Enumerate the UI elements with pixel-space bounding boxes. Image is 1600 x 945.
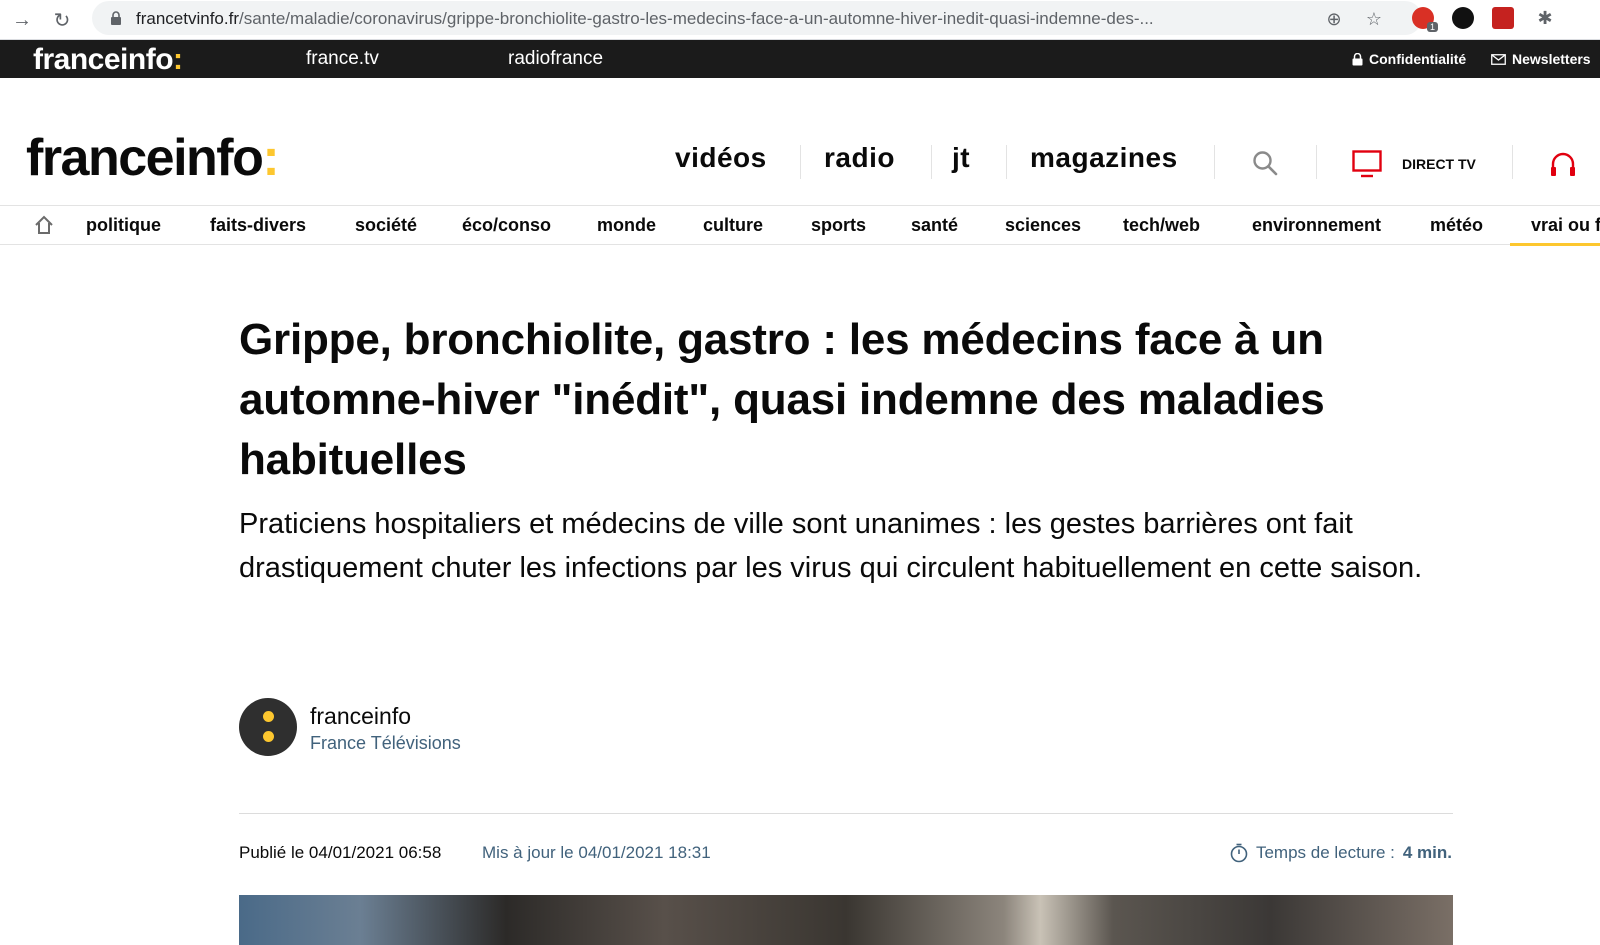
privacy-label: Confidentialité [1369,51,1467,67]
nav-divider [1214,145,1215,179]
address-bar[interactable]: francetvinfo.fr/sante/maladie/coronaviru… [92,1,1422,35]
password-manager-icon[interactable] [1452,7,1474,29]
published-date: Publié le 04/01/2021 06:58 [239,843,442,862]
active-category-indicator [1510,243,1600,246]
article-summary: Praticiens hospitaliers et médecins de v… [239,508,1423,584]
nav-divider [1316,145,1317,179]
nav-jt[interactable]: jt [952,142,970,174]
category-sciences[interactable]: sciences [1005,215,1081,236]
home-icon[interactable] [34,215,54,235]
author-avatar[interactable] [239,698,297,756]
category-vrai-ou-fake[interactable]: vrai ou f [1531,215,1600,236]
author-organization: France Télévisions [310,733,461,753]
nav-divider [1512,145,1513,179]
add-tab-circle-icon[interactable]: ⊕ [1324,9,1344,29]
category-sports[interactable]: sports [811,215,866,236]
category-environnement[interactable]: environnement [1252,215,1381,236]
direct-tv-link[interactable]: DIRECT TV [1402,156,1476,172]
nav-radio[interactable]: radio [824,142,895,174]
category-societe[interactable]: société [355,215,417,236]
avatar-dot [263,711,274,722]
nav-divider [1006,145,1007,179]
category-politique[interactable]: politique [86,215,161,236]
category-sante[interactable]: santé [911,215,958,236]
nav-videos[interactable]: vidéos [675,142,767,174]
puzzle-extensions-icon[interactable]: ✱ [1534,7,1556,29]
nav-divider [931,145,932,179]
lock-icon [111,11,121,25]
newsletters-link[interactable]: Newsletters [1491,51,1591,67]
url-path: /sante/maladie/coronavirus/grippe-bronch… [239,9,1154,28]
reading-time-label: Temps de lecture : [1255,843,1395,862]
category-eco-conso[interactable]: éco/conso [462,215,551,236]
category-nav: politique faits-divers société éco/conso… [0,205,1600,246]
privacy-link[interactable]: Confidentialité [1352,51,1466,67]
radiofrance-link[interactable]: radiofrance [508,48,603,70]
francetv-link[interactable]: france.tv [306,48,379,70]
article-headline: Grippe, bronchiolite, gastro : les médec… [239,315,1325,484]
author-name[interactable]: franceinfo [310,703,411,730]
franceinfo-small-logo[interactable]: franceinfo: [33,43,183,77]
updated-date: Mis à jour le 04/01/2021 18:31 [482,843,711,862]
headphones-icon[interactable] [1549,150,1577,178]
avatar-dot [263,731,274,742]
category-monde[interactable]: monde [597,215,656,236]
nav-divider [800,145,801,179]
forward-icon[interactable]: → [8,6,36,34]
search-icon[interactable] [1252,150,1278,176]
browser-toolbar: → ↻ francetvinfo.fr/sante/maladie/corona… [0,0,1600,40]
bookmark-star-icon[interactable]: ☆ [1364,9,1384,29]
extension-icon[interactable]: 1 [1412,7,1438,32]
url-domain: francetvinfo.fr [136,9,239,28]
url-text: francetvinfo.fr/sante/maladie/coronaviru… [136,9,1376,29]
mail-icon [1491,53,1506,65]
network-bar: franceinfo: france.tv radiofrance Confid… [0,40,1600,78]
nav-magazines[interactable]: magazines [1030,142,1178,174]
category-faits-divers[interactable]: faits-divers [210,215,306,236]
reading-time: Temps de lecture : 4 min. [1230,843,1452,863]
tv-screen-icon[interactable] [1352,150,1382,178]
reading-time-value: 4 min. [1402,843,1452,862]
padlock-icon [1352,52,1363,65]
extension-red-icon[interactable] [1492,7,1514,29]
category-meteo[interactable]: météo [1430,215,1483,236]
newsletters-label: Newsletters [1512,51,1591,67]
category-tech-web[interactable]: tech/web [1123,215,1200,236]
franceinfo-logo[interactable]: franceinfo: [26,128,280,188]
stopwatch-icon [1230,843,1248,863]
extension-badge: 1 [1426,22,1438,32]
meta-divider [239,813,1453,814]
reload-icon[interactable]: ↻ [48,6,76,34]
article-hero-image [239,895,1453,945]
category-culture[interactable]: culture [703,215,763,236]
